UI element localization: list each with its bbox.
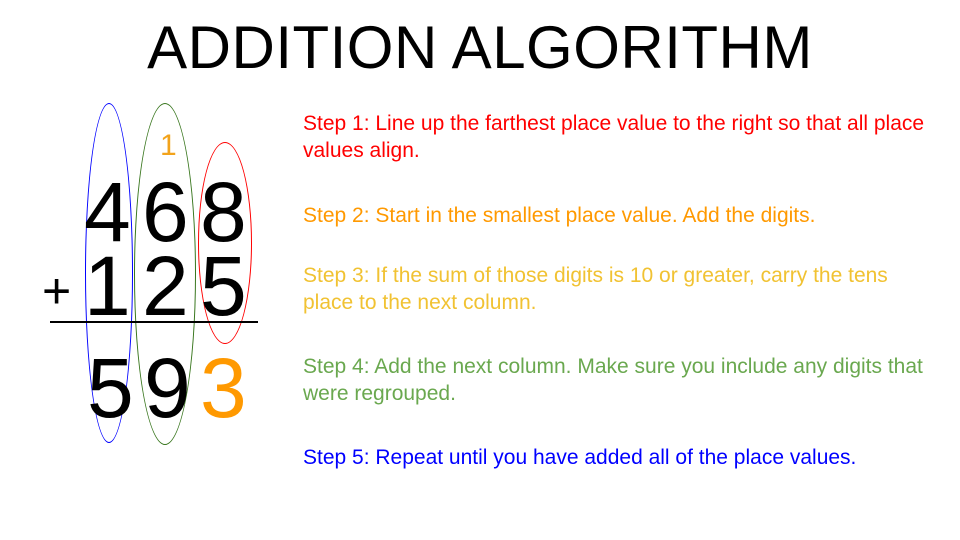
step-4: Step 4: Add the next column. Make sure y… [303,355,923,405]
step-2: Step 2: Start in the smallest place valu… [303,204,816,227]
plus-sign: + [42,263,72,319]
bottom-ones-digit: 5 [200,239,247,333]
result-hundreds-digit: 5 [87,341,134,435]
step-1: Step 1: Line up the farthest place value… [303,112,925,162]
bottom-tens-digit: 2 [142,239,189,333]
bottom-hundreds-digit: 1 [84,239,131,333]
sum-line [50,321,258,323]
step-5: Step 5: Repeat until you have added all … [303,446,857,469]
result-tens-digit: 9 [144,341,191,435]
step-3: Step 3: If the sum of those digits is 10… [303,264,888,314]
addition-problem: 1 4 6 8 + 1 2 5 5 9 3 [0,0,290,540]
carry-digit: 1 [160,129,177,162]
result-ones-digit: 3 [200,341,247,435]
